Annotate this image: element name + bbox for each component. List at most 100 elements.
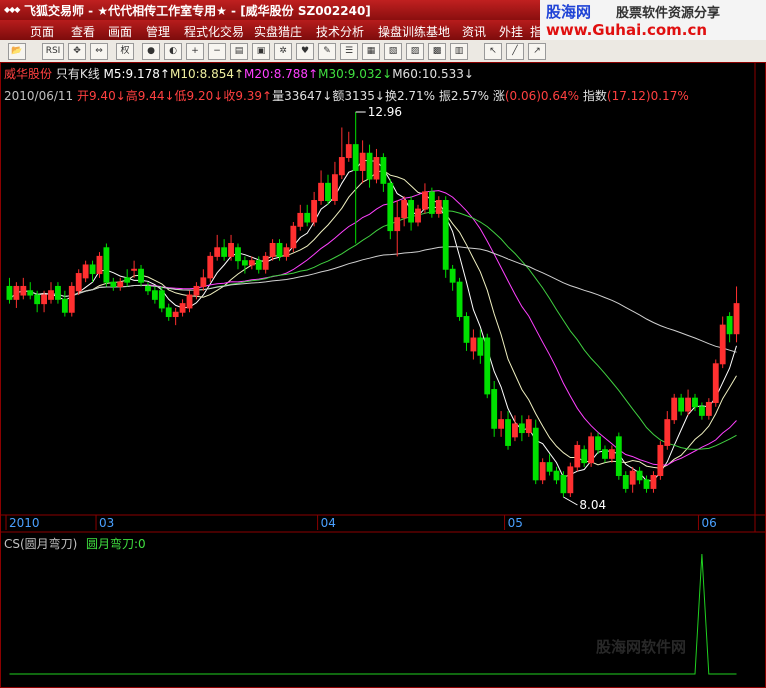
menu-item-plugin[interactable]: 外挂 — [499, 23, 523, 40]
candle-body — [498, 419, 505, 429]
candle — [657, 441, 664, 480]
ma-legend-item-0: 威华股份 — [4, 67, 52, 81]
trend-draw-icon[interactable]: ↗ — [528, 43, 546, 60]
candle-body — [657, 444, 664, 477]
menu-item-view[interactable]: 查看 — [71, 23, 95, 40]
candle-body — [352, 144, 359, 171]
menu-item-live-hunt[interactable]: 实盘猎庄 — [254, 23, 302, 40]
candle-body — [6, 285, 13, 300]
quote-line-item-2: 高9.44↓ — [126, 88, 175, 103]
candle-body — [546, 462, 553, 472]
layout-icon-d[interactable]: ▨ — [406, 43, 424, 60]
date-label-06: 06 — [701, 516, 716, 530]
candle-body — [200, 277, 207, 287]
candle-body — [304, 212, 311, 223]
candle-body — [131, 268, 138, 271]
favorite-icon[interactable]: ♥ — [296, 43, 314, 60]
indicator-name: CS(圆月弯刀) — [4, 536, 77, 551]
candle-body — [726, 316, 733, 335]
menu-item-manage[interactable]: 管理 — [146, 23, 170, 40]
quote-line-item-1: 开9.40↓ — [77, 89, 126, 103]
indicator-value: 圆月弯刀:0 — [86, 536, 146, 551]
candle-body — [401, 200, 408, 219]
candle-body — [276, 242, 283, 257]
layout-icon-c[interactable]: ▧ — [384, 43, 402, 60]
candle-body — [193, 285, 200, 296]
swap-icon[interactable]: ⇔ — [90, 43, 108, 60]
gear-icon[interactable]: ✲ — [274, 43, 292, 60]
tools-icon[interactable]: ✎ — [318, 43, 336, 60]
quote-line-item-6: 额3135↓ — [332, 89, 385, 103]
layout-icon-f[interactable]: ▥ — [450, 43, 468, 60]
candle-body — [719, 324, 726, 365]
menu-item-news[interactable]: 资讯 — [462, 23, 486, 40]
candle-body — [290, 225, 297, 249]
candle-body — [117, 281, 124, 287]
move-icon[interactable]: ✥ — [68, 43, 86, 60]
candle-body — [103, 247, 110, 283]
layout-icon-b[interactable]: ▦ — [362, 43, 380, 60]
candle-body — [463, 316, 470, 343]
candle — [560, 471, 567, 497]
candle — [442, 196, 449, 278]
candle — [484, 333, 491, 399]
candle-body — [255, 260, 262, 270]
candle-body — [165, 307, 172, 318]
menu-item-program-trade[interactable]: 程式化交易 — [184, 23, 244, 40]
indicator-icon-b[interactable]: ◐ — [164, 43, 182, 60]
candle-body — [532, 427, 539, 481]
candle — [428, 187, 435, 218]
candle-body — [20, 285, 27, 296]
candle-body — [408, 200, 415, 223]
candle — [96, 252, 103, 278]
candle-body — [491, 389, 498, 429]
line-draw-icon[interactable]: ╱ — [506, 43, 524, 60]
date-label-04: 04 — [321, 516, 336, 530]
brand-banner: 股海网 股票软件资源分享 — [540, 0, 766, 21]
cube-icon[interactable]: ▣ — [252, 43, 270, 60]
brand-slogan: 股票软件资源分享 — [616, 6, 721, 21]
candle-body — [158, 290, 165, 309]
candle-body — [214, 247, 221, 257]
candle-body — [221, 247, 228, 257]
candle — [207, 252, 214, 283]
candle-body — [539, 462, 546, 481]
candle-body — [235, 247, 241, 262]
candle-body — [588, 436, 595, 464]
menu-item-screen[interactable]: 画面 — [108, 23, 132, 40]
candle-body — [55, 285, 61, 300]
candle-body — [325, 182, 331, 202]
kline-chart[interactable]: 威华股份 只有K线 M5:9.178↑M10:8.854↑M20:8.788↑M… — [0, 62, 766, 688]
quote-line-item-12: (17.12)0.17% — [607, 89, 689, 103]
candle-body — [505, 419, 511, 446]
candle-body — [698, 406, 705, 416]
open-icon[interactable]: 📂 — [8, 43, 26, 60]
candle-body — [145, 285, 151, 292]
candle-body — [671, 397, 678, 421]
zoom-out-icon[interactable]: − — [208, 43, 226, 60]
right-adjust-button[interactable]: 权 — [116, 43, 134, 60]
window-title: 飞狐交易师 - ★代代相传工作室专用★ - [威华股份 SZ002240] — [24, 4, 371, 18]
menu-item-tech-analysis[interactable]: 技术分析 — [316, 23, 364, 40]
date-label-2010: 2010 — [9, 516, 40, 530]
pointer-icon[interactable]: ↖ — [484, 43, 502, 60]
brand-url: www.Guhai.com.cn — [540, 20, 766, 40]
quote-line-item-0: 2010/06/11 — [4, 89, 77, 103]
book-icon[interactable]: ▤ — [230, 43, 248, 60]
indicator-icon-a[interactable]: ● — [142, 43, 160, 60]
candle-body — [338, 157, 345, 176]
layout-icon-e[interactable]: ▩ — [428, 43, 446, 60]
candle-body — [373, 157, 380, 180]
menu-item-page[interactable]: 页面 — [30, 23, 54, 40]
candle — [68, 282, 75, 317]
candle-body — [172, 311, 179, 318]
menu-item-training[interactable]: 操盘训练基地 — [378, 23, 450, 40]
ma-legend-item-4: M20:8.788↑ — [244, 67, 318, 81]
candle-body — [622, 475, 629, 489]
zoom-in-icon[interactable]: + — [186, 43, 204, 60]
candle-body — [110, 281, 117, 287]
rsi-button[interactable]: RSI — [42, 43, 64, 60]
candle-body — [228, 242, 234, 257]
layout-icon-a[interactable]: ☰ — [340, 43, 358, 60]
candle-body — [664, 419, 671, 446]
